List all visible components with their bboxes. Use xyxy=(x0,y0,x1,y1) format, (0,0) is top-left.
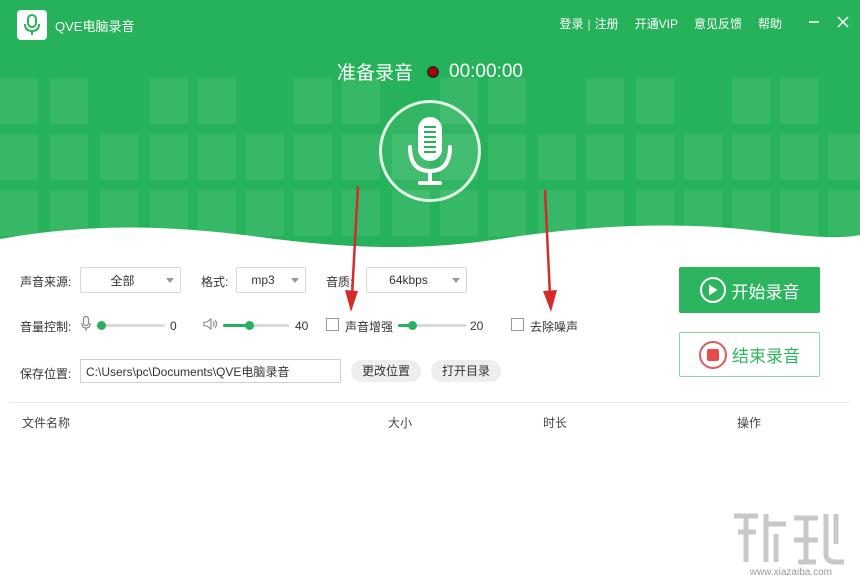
microphone-icon xyxy=(408,117,452,185)
speaker-volume-value: 40 xyxy=(295,319,309,333)
background-tile xyxy=(636,134,674,180)
format-value: mp3 xyxy=(251,273,275,287)
mic-volume-icon xyxy=(81,316,91,331)
speaker-icon xyxy=(203,318,218,330)
file-list[interactable] xyxy=(10,434,850,570)
top-nav: 登录 | 注册 开通VIP 意见反馈 帮助 xyxy=(559,15,782,32)
quality-select[interactable]: 64kbps xyxy=(366,267,467,293)
column-header-duration[interactable]: 时长 xyxy=(543,414,567,431)
start-recording-label: 开始录音 xyxy=(731,282,800,302)
chevron-down-icon xyxy=(166,278,174,283)
background-tile xyxy=(538,134,576,180)
register-link[interactable]: 注册 xyxy=(595,15,619,32)
enhance-slider[interactable] xyxy=(398,321,466,330)
background-tile xyxy=(100,134,138,180)
minimize-button[interactable] xyxy=(804,12,824,32)
minimize-icon xyxy=(809,21,819,23)
mic-volume-slider[interactable] xyxy=(97,321,165,330)
nav-separator: | xyxy=(587,16,591,31)
change-location-button[interactable]: 更改位置 xyxy=(351,360,421,382)
open-folder-button[interactable]: 打开目录 xyxy=(431,360,501,382)
mic-volume-value: 0 xyxy=(170,319,177,333)
background-tile xyxy=(150,134,188,180)
record-dot-icon xyxy=(427,65,440,78)
column-header-size[interactable]: 大小 xyxy=(388,414,412,431)
format-select[interactable]: mp3 xyxy=(236,267,306,293)
vip-link[interactable]: 开通VIP xyxy=(635,15,678,32)
save-location-label: 保存位置: xyxy=(20,367,72,381)
background-tile xyxy=(246,134,284,180)
enhance-value: 20 xyxy=(470,319,484,333)
stop-recording-button[interactable]: 结束录音 xyxy=(679,332,820,377)
slider-handle[interactable] xyxy=(245,321,254,330)
table-divider xyxy=(10,402,850,403)
watermark-logo xyxy=(734,513,844,565)
source-label: 声音来源: xyxy=(20,275,72,289)
denoise-checkbox[interactable] xyxy=(511,318,524,331)
quality-value: 64kbps xyxy=(389,273,428,287)
feedback-link[interactable]: 意见反馈 xyxy=(694,15,742,32)
save-path-input[interactable] xyxy=(80,359,341,383)
stop-icon xyxy=(699,340,727,369)
volume-label: 音量控制: xyxy=(20,320,72,334)
column-header-filename[interactable]: 文件名称 xyxy=(22,414,70,431)
app-logo xyxy=(17,10,47,40)
background-tile xyxy=(294,134,332,180)
denoise-label: 去除噪声 xyxy=(530,320,579,334)
logo-mic-icon xyxy=(24,14,40,35)
chevron-down-icon xyxy=(452,278,460,283)
format-label: 格式: xyxy=(201,275,229,289)
app-title: QVE电脑录音 xyxy=(55,19,135,34)
record-status: 准备录音 00:00:00 xyxy=(0,58,860,85)
stop-recording-label: 结束录音 xyxy=(732,347,800,366)
chevron-down-icon xyxy=(291,278,299,283)
quality-label: 音质: xyxy=(326,275,354,289)
help-link[interactable]: 帮助 xyxy=(758,15,782,32)
background-tile xyxy=(586,134,624,180)
background-tile xyxy=(198,134,236,180)
close-icon xyxy=(837,16,849,28)
background-tile xyxy=(488,134,526,180)
enhance-label: 声音增强 xyxy=(345,320,394,334)
status-label: 准备录音 xyxy=(337,63,414,84)
source-value: 全部 xyxy=(110,273,135,288)
speaker-volume-slider[interactable] xyxy=(223,321,289,330)
background-tile xyxy=(732,134,770,180)
play-icon xyxy=(699,277,726,303)
close-button[interactable] xyxy=(833,12,853,32)
watermark-text: www.xiazaiba.com xyxy=(749,567,832,578)
slider-handle[interactable] xyxy=(408,321,417,330)
background-tile xyxy=(828,134,860,180)
background-tile xyxy=(50,134,88,180)
column-header-actions[interactable]: 操作 xyxy=(737,414,761,431)
background-tile xyxy=(0,134,38,180)
login-link[interactable]: 登录 xyxy=(559,15,583,32)
enhance-checkbox[interactable] xyxy=(326,318,339,331)
header-banner: QVE电脑录音 登录 | 注册 开通VIP 意见反馈 帮助 准备录音 00:00… xyxy=(0,0,860,256)
mic-record-button[interactable] xyxy=(379,100,481,202)
background-tile xyxy=(684,134,722,180)
start-recording-button[interactable]: 开始录音 xyxy=(679,267,820,313)
background-tile xyxy=(342,134,380,180)
source-select[interactable]: 全部 xyxy=(80,267,181,293)
record-timer: 00:00:00 xyxy=(449,60,523,82)
slider-handle[interactable] xyxy=(97,321,106,330)
background-tile xyxy=(780,134,818,180)
header-wave xyxy=(0,225,860,256)
